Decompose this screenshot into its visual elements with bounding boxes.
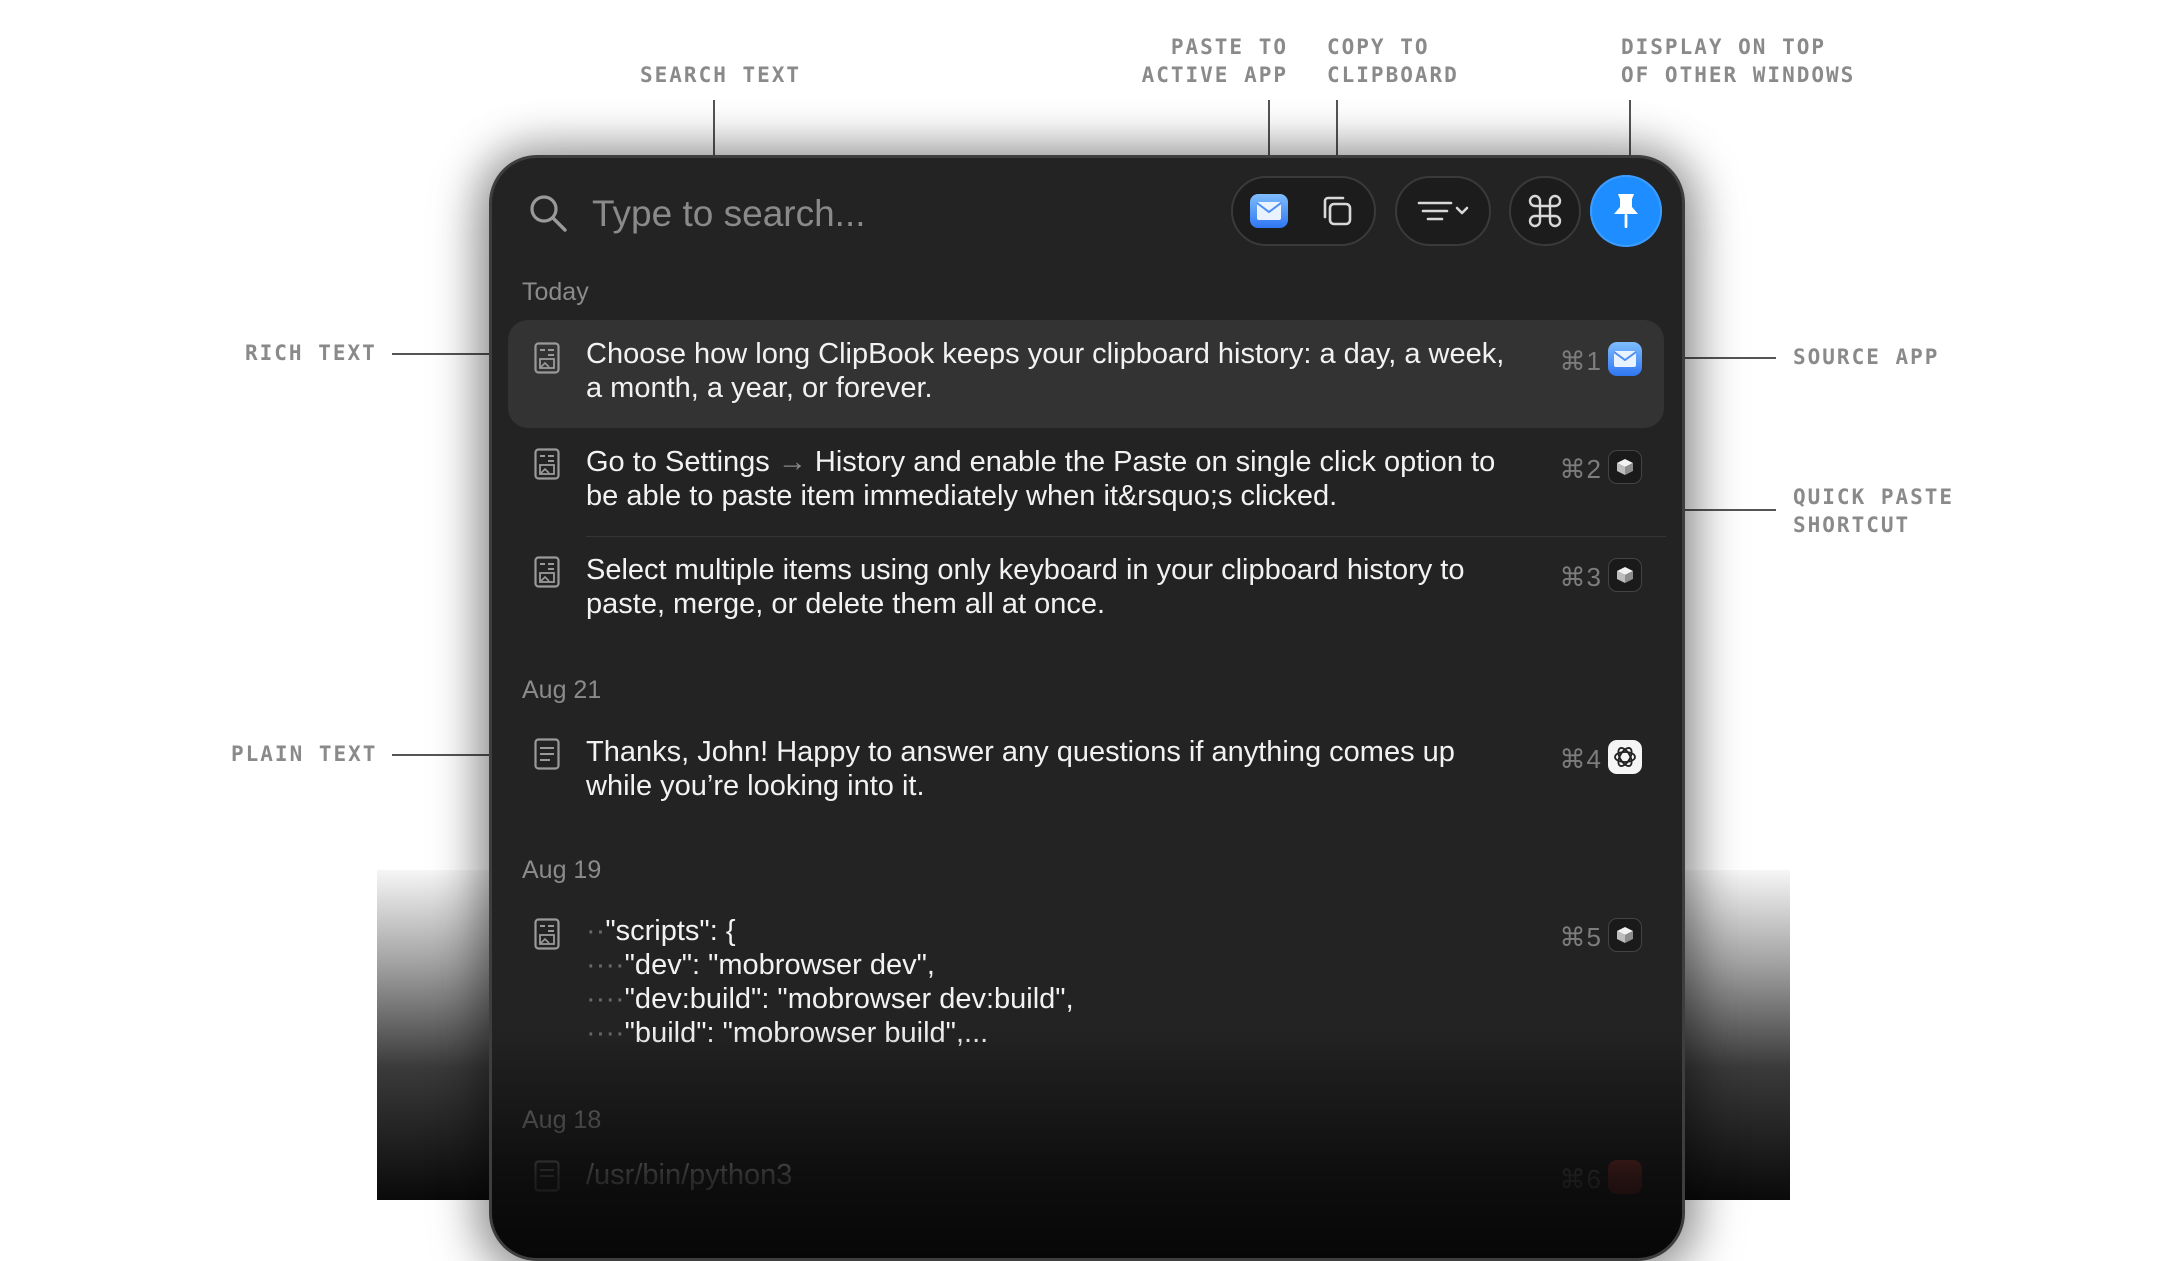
quick-paste-shortcut: ⌘5: [1559, 922, 1602, 952]
item-text: Thanks, John! Happy to answer any questi…: [586, 736, 1455, 802]
section-header-aug-21: Aug 21: [522, 676, 602, 704]
pin-on-top-button[interactable]: [1590, 175, 1662, 247]
item-text: Choose how long ClipBook keeps your clip…: [586, 338, 1505, 404]
rich-text-icon: [534, 448, 560, 480]
command-icon: [1528, 194, 1562, 228]
rich-text-icon: [534, 918, 560, 950]
paste-copy-group: [1231, 176, 1376, 246]
annotation-rich-text: RICH TEXT: [245, 341, 377, 365]
app-icon: [1608, 1160, 1642, 1194]
paste-to-active-app-button[interactable]: [1243, 187, 1295, 235]
annotation-source-app: SOURCE APP: [1793, 345, 1940, 369]
quick-paste-shortcut: ⌘4: [1559, 744, 1602, 774]
annotation-search-text: SEARCH TEXT: [640, 63, 802, 87]
row-divider: [586, 536, 1666, 537]
item-text: Go to Settings → History and enable the …: [586, 446, 1496, 512]
annotation-paste-to-active-app: PASTE TO ACTIVE APP: [1141, 35, 1288, 87]
rich-text-icon: [534, 342, 560, 374]
mail-app-icon: [1608, 342, 1642, 376]
cube-app-icon: [1608, 450, 1642, 484]
quick-paste-shortcut: ⌘3: [1559, 562, 1602, 592]
mail-app-icon: [1250, 194, 1288, 228]
annotation-display-on-top: DISPLAY ON TOP OF OTHER WINDOWS: [1621, 35, 1856, 87]
search-icon: [530, 195, 567, 232]
plain-text-icon: [534, 738, 560, 770]
openai-app-icon: [1608, 740, 1642, 774]
quick-paste-shortcut: ⌘1: [1559, 346, 1602, 376]
clipboard-item-3[interactable]: Select multiple items using only keyboar…: [508, 538, 1664, 644]
pin-icon: [1614, 194, 1638, 228]
quick-paste-shortcut: ⌘6: [1559, 1164, 1602, 1194]
item-text: Select multiple items using only keyboar…: [586, 554, 1465, 620]
cube-app-icon: [1608, 918, 1642, 952]
annotation-quick-paste-shortcut: QUICK PASTE SHORTCUT: [1793, 485, 1955, 537]
clipboard-item-5[interactable]: ··"scripts": { ····"dev": "mobrowser dev…: [508, 896, 1664, 1056]
filter-icon: [1417, 201, 1469, 221]
cube-app-icon: [1608, 558, 1642, 592]
quick-paste-shortcut: ⌘2: [1559, 454, 1602, 484]
section-header-aug-19: Aug 19: [522, 856, 602, 884]
copy-to-clipboard-button[interactable]: [1311, 187, 1363, 235]
bottom-fade-overlay: [492, 1028, 1682, 1258]
item-text: /usr/bin/python3: [586, 1159, 793, 1191]
clipboard-item-2[interactable]: Go to Settings → History and enable the …: [508, 430, 1664, 536]
clipboard-item-6[interactable]: /usr/bin/python3 ⌘6: [508, 1148, 1664, 1208]
keyboard-shortcuts-button[interactable]: [1509, 176, 1581, 246]
clipbook-window: Today Choose how long ClipBook keeps you…: [489, 155, 1685, 1261]
section-header-today: Today: [522, 278, 589, 306]
filter-button[interactable]: [1395, 176, 1491, 246]
copy-icon: [1323, 196, 1352, 226]
search-input[interactable]: [590, 186, 1154, 242]
rich-text-icon: [534, 556, 560, 588]
plain-text-icon: [534, 1160, 560, 1192]
clipboard-item-4[interactable]: Thanks, John! Happy to answer any questi…: [508, 718, 1664, 824]
annotation-copy-to-clipboard: COPY TO CLIPBOARD: [1327, 35, 1459, 87]
arrow-right-icon: →: [777, 446, 807, 478]
annotation-plain-text: PLAIN TEXT: [231, 742, 378, 766]
clipboard-item-1[interactable]: Choose how long ClipBook keeps your clip…: [508, 320, 1664, 428]
item-code-text: ··"scripts": { ····"dev": "mobrowser dev…: [586, 915, 1074, 1049]
section-header-aug-18: Aug 18: [522, 1106, 602, 1134]
